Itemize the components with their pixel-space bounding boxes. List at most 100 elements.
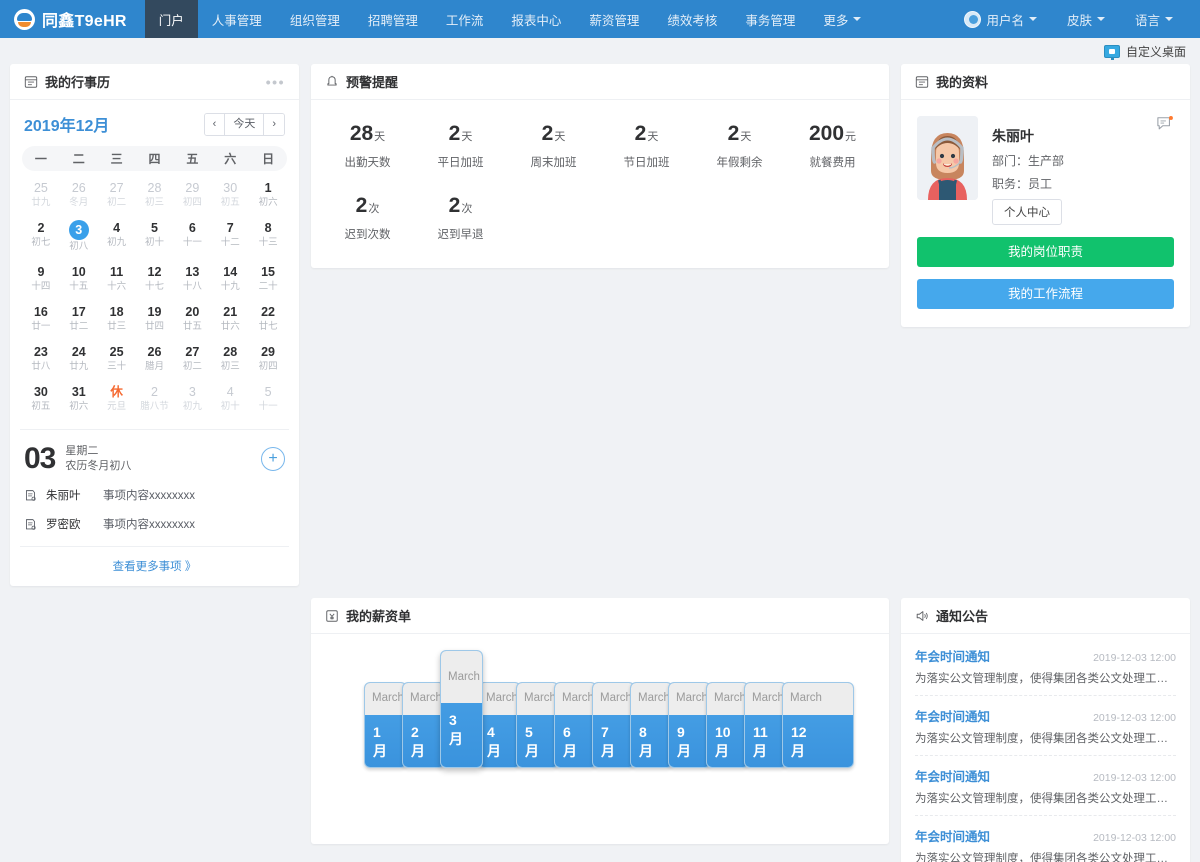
calendar-prev-button[interactable]: ‹ xyxy=(205,114,225,135)
nav-item-8[interactable]: 事务管理 xyxy=(731,0,809,38)
agenda-item[interactable]: 罗密欧事项内容xxxxxxxx xyxy=(24,516,285,532)
nav-item-0[interactable]: 门户 xyxy=(145,0,198,38)
calendar-day-cell[interactable]: 28初三 xyxy=(136,175,174,213)
agenda-item-list: 朱丽叶事项内容xxxxxxxx 罗密欧事项内容xxxxxxxx xyxy=(24,487,285,532)
calendar-day-cell[interactable]: 2初七 xyxy=(22,215,60,257)
calendar-day-cell[interactable]: 2腊八节 xyxy=(136,379,174,417)
calendar-day-cell[interactable]: 3初九 xyxy=(173,379,211,417)
calendar-day-cell[interactable]: 16廿一 xyxy=(22,299,60,337)
calendar-day-cell[interactable]: 5初十 xyxy=(136,215,174,257)
calendar-day-cell[interactable]: 8十三 xyxy=(249,215,287,257)
nav-item-1[interactable]: 人事管理 xyxy=(198,0,276,38)
message-icon[interactable] xyxy=(1156,116,1174,132)
month-card-9[interactable]: March9月 xyxy=(668,682,711,768)
calendar-day-cell[interactable]: 5十一 xyxy=(249,379,287,417)
calendar-day-cell[interactable]: 18廿三 xyxy=(98,299,136,337)
calendar-day-cell[interactable]: 26腊月 xyxy=(136,339,174,377)
agenda-weekday: 星期二 xyxy=(65,444,131,459)
calendar-day-cell[interactable]: 17廿二 xyxy=(60,299,98,337)
calendar-day-cell[interactable]: 24廿九 xyxy=(60,339,98,377)
notice-title[interactable]: 年会时间通知 xyxy=(915,706,990,725)
month-english-label: March xyxy=(593,683,634,715)
calendar-day-cell[interactable]: 27初二 xyxy=(98,175,136,213)
month-card-12[interactable]: March12月 xyxy=(782,682,854,768)
my-workflow-button[interactable]: 我的工作流程 xyxy=(917,279,1174,309)
calendar-day-cell[interactable]: 11十六 xyxy=(98,259,136,297)
nav-item-4[interactable]: 工作流 xyxy=(432,0,498,38)
calendar-day-cell[interactable]: 4初九 xyxy=(98,215,136,257)
customize-desktop-button[interactable]: 自定义桌面 xyxy=(1104,43,1186,60)
calendar-day-cell[interactable]: 29初四 xyxy=(249,339,287,377)
month-card-2[interactable]: March2月 xyxy=(402,682,445,768)
calendar-day-cell[interactable]: 28初三 xyxy=(211,339,249,377)
calendar-day-cell[interactable]: 30初五 xyxy=(211,175,249,213)
month-card-8[interactable]: March8月 xyxy=(630,682,673,768)
calendar-day-cell[interactable]: 12十七 xyxy=(136,259,174,297)
notice-title[interactable]: 年会时间通知 xyxy=(915,766,990,785)
calendar-day-cell[interactable]: 14十九 xyxy=(211,259,249,297)
calendar-today-button[interactable]: 今天 xyxy=(224,114,263,135)
nav-item-6[interactable]: 薪资管理 xyxy=(575,0,653,38)
calendar-day-cell[interactable]: 13十八 xyxy=(173,259,211,297)
month-english-label: March xyxy=(365,683,406,715)
nav-right-label: 用户名 xyxy=(986,10,1024,29)
calendar-day-cell[interactable]: 25廿九 xyxy=(22,175,60,213)
calendar-day-cell[interactable]: 31初六 xyxy=(60,379,98,417)
notice-item[interactable]: 年会时间通知2019-12-03 12:00为落实公文管理制度，使得集团各类公文… xyxy=(915,696,1176,756)
nav-item-5[interactable]: 报表中心 xyxy=(497,0,575,38)
calendar-day-cell[interactable]: 9十四 xyxy=(22,259,60,297)
nav-item-2[interactable]: 组织管理 xyxy=(276,0,354,38)
notice-item[interactable]: 年会时间通知2019-12-03 12:00为落实公文管理制度，使得集团各类公文… xyxy=(915,756,1176,816)
nav-item-3[interactable]: 招聘管理 xyxy=(354,0,432,38)
nav-item-9[interactable]: 更多 xyxy=(809,0,875,38)
calendar-next-button[interactable]: › xyxy=(263,114,284,135)
nav-right-item-2[interactable]: 语言 xyxy=(1122,10,1186,29)
notice-item[interactable]: 年会时间通知2019-12-03 12:00为落实公文管理制度，使得集团各类公文… xyxy=(915,636,1176,696)
personal-center-button[interactable]: 个人中心 xyxy=(992,199,1062,225)
month-card-3[interactable]: March3月 xyxy=(440,650,483,768)
calendar-day-cell[interactable]: 20廿五 xyxy=(173,299,211,337)
calendar-day-cell[interactable]: 19廿四 xyxy=(136,299,174,337)
month-card-7[interactable]: March7月 xyxy=(592,682,635,768)
notice-title[interactable]: 年会时间通知 xyxy=(915,646,990,665)
calendar-day-cell[interactable]: 3初八 xyxy=(60,215,98,257)
month-card-11[interactable]: March11月 xyxy=(744,682,787,768)
calendar-day-cell[interactable]: 4初十 xyxy=(211,379,249,417)
month-card-4[interactable]: March4月 xyxy=(478,682,521,768)
calendar-panel-icon xyxy=(24,75,38,89)
month-card-6[interactable]: March6月 xyxy=(554,682,597,768)
notice-title[interactable]: 年会时间通知 xyxy=(915,826,990,845)
notice-item[interactable]: 年会时间通知2019-12-03 12:00为落实公文管理制度，使得集团各类公文… xyxy=(915,816,1176,862)
calendar-day-cell[interactable]: 27初二 xyxy=(173,339,211,377)
month-card-1[interactable]: March1月 xyxy=(364,682,407,768)
nav-item-7[interactable]: 绩效考核 xyxy=(653,0,731,38)
my-duty-button[interactable]: 我的岗位职责 xyxy=(917,237,1174,267)
nav-right-item-0[interactable]: 用户名 xyxy=(951,10,1050,29)
calendar-day-cell[interactable]: 23廿八 xyxy=(22,339,60,377)
calendar-day-cell[interactable]: 30初五 xyxy=(22,379,60,417)
nav-right-item-1[interactable]: 皮肤 xyxy=(1054,10,1118,29)
calendar-day-cell[interactable]: 1初六 xyxy=(249,175,287,213)
agenda-item-icon xyxy=(24,489,37,502)
agenda-add-button[interactable]: + xyxy=(261,447,285,471)
nav-right-group: 用户名 皮肤语言 xyxy=(951,0,1200,38)
calendar-day-cell[interactable]: 22廿七 xyxy=(249,299,287,337)
calendar-day-cell[interactable]: 29初四 xyxy=(173,175,211,213)
calendar-day-cell[interactable]: 25三十 xyxy=(98,339,136,377)
calendar-day-cell[interactable]: 15二十 xyxy=(249,259,287,297)
calendar-day-cell[interactable]: 6十一 xyxy=(173,215,211,257)
calendar-options-button[interactable]: ••• xyxy=(266,75,285,89)
calendar-day-cell[interactable]: 10十五 xyxy=(60,259,98,297)
agenda-more-link[interactable]: 查看更多事项 》 xyxy=(113,561,197,573)
calendar-lunar-label: 腊八节 xyxy=(136,400,174,413)
calendar-day-cell[interactable]: 26冬月 xyxy=(60,175,98,213)
month-carousel[interactable]: March1月March2月March3月March4月March5月March… xyxy=(364,682,849,768)
agenda-item[interactable]: 朱丽叶事项内容xxxxxxxx xyxy=(24,487,285,503)
month-card-5[interactable]: March5月 xyxy=(516,682,559,768)
calendar-day-number: 20 xyxy=(173,304,211,320)
calendar-day-cell[interactable]: 21廿六 xyxy=(211,299,249,337)
calendar-day-cell[interactable]: 7十二 xyxy=(211,215,249,257)
month-card-10[interactable]: March10月 xyxy=(706,682,749,768)
brand-logo-area[interactable]: 同鑫T9eHR xyxy=(0,0,145,38)
calendar-day-cell[interactable]: 休元旦 xyxy=(98,379,136,417)
